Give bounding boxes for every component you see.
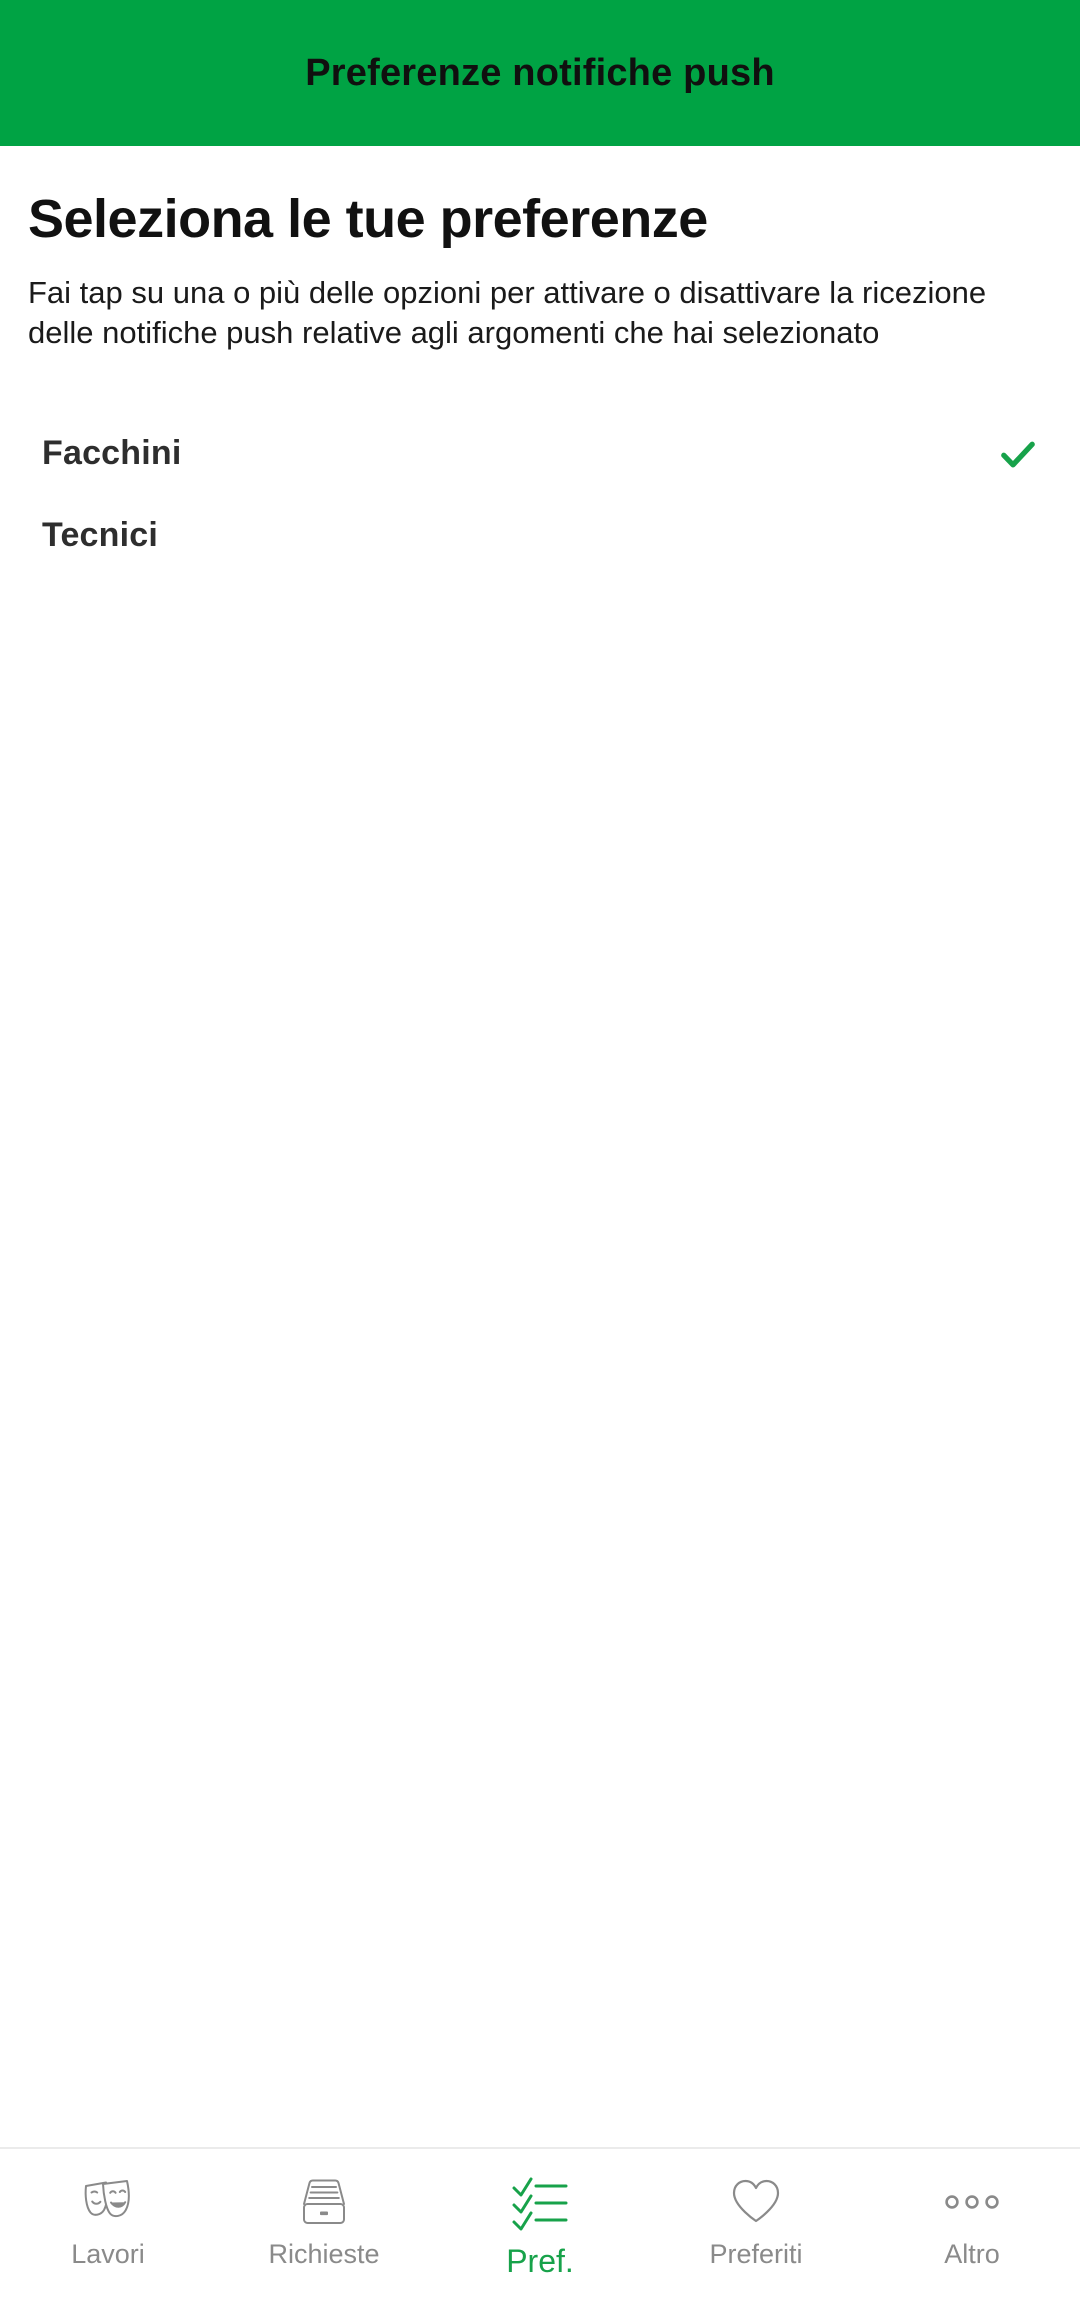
preferences-option-list: Facchini Tecnici [0,413,1080,577]
nav-item-lavori[interactable]: Lavori [0,2149,216,2299]
bottom-navigation-bar: Lavori Richieste Pref. Preferiti Altro [0,2147,1080,2299]
nav-item-preferiti[interactable]: Preferiti [648,2149,864,2299]
page-description: Fai tap su una o più delle opzioni per a… [28,275,987,350]
theater-masks-icon [80,2171,136,2233]
nav-item-richieste[interactable]: Richieste [216,2149,432,2299]
nav-label: Altro [944,2239,1000,2269]
more-dots-icon [943,2171,1001,2233]
page-title: Seleziona le tue preferenze [28,189,708,249]
nav-item-altro[interactable]: Altro [864,2149,1080,2299]
option-label: Tecnici [42,516,159,555]
nav-label: Richieste [268,2239,380,2269]
check-icon[interactable] [996,432,1040,476]
list-item[interactable]: Tecnici [42,495,1040,577]
nav-label: Pref. [506,2243,574,2279]
nav-label: Preferiti [709,2239,803,2269]
app-header: Preferenze notifiche push [0,0,1080,146]
main-content: Seleziona le tue preferenze Fai tap su u… [0,146,1080,353]
option-label: Facchini [42,434,182,473]
nav-item-pref[interactable]: Pref. [432,2149,648,2299]
list-item[interactable]: Facchini [42,413,1040,495]
page-title-header: Preferenze notifiche push [305,52,775,94]
inbox-tray-icon [296,2171,352,2233]
heart-icon [728,2171,784,2233]
nav-label: Lavori [71,2239,145,2269]
checklist-icon [509,2171,571,2237]
